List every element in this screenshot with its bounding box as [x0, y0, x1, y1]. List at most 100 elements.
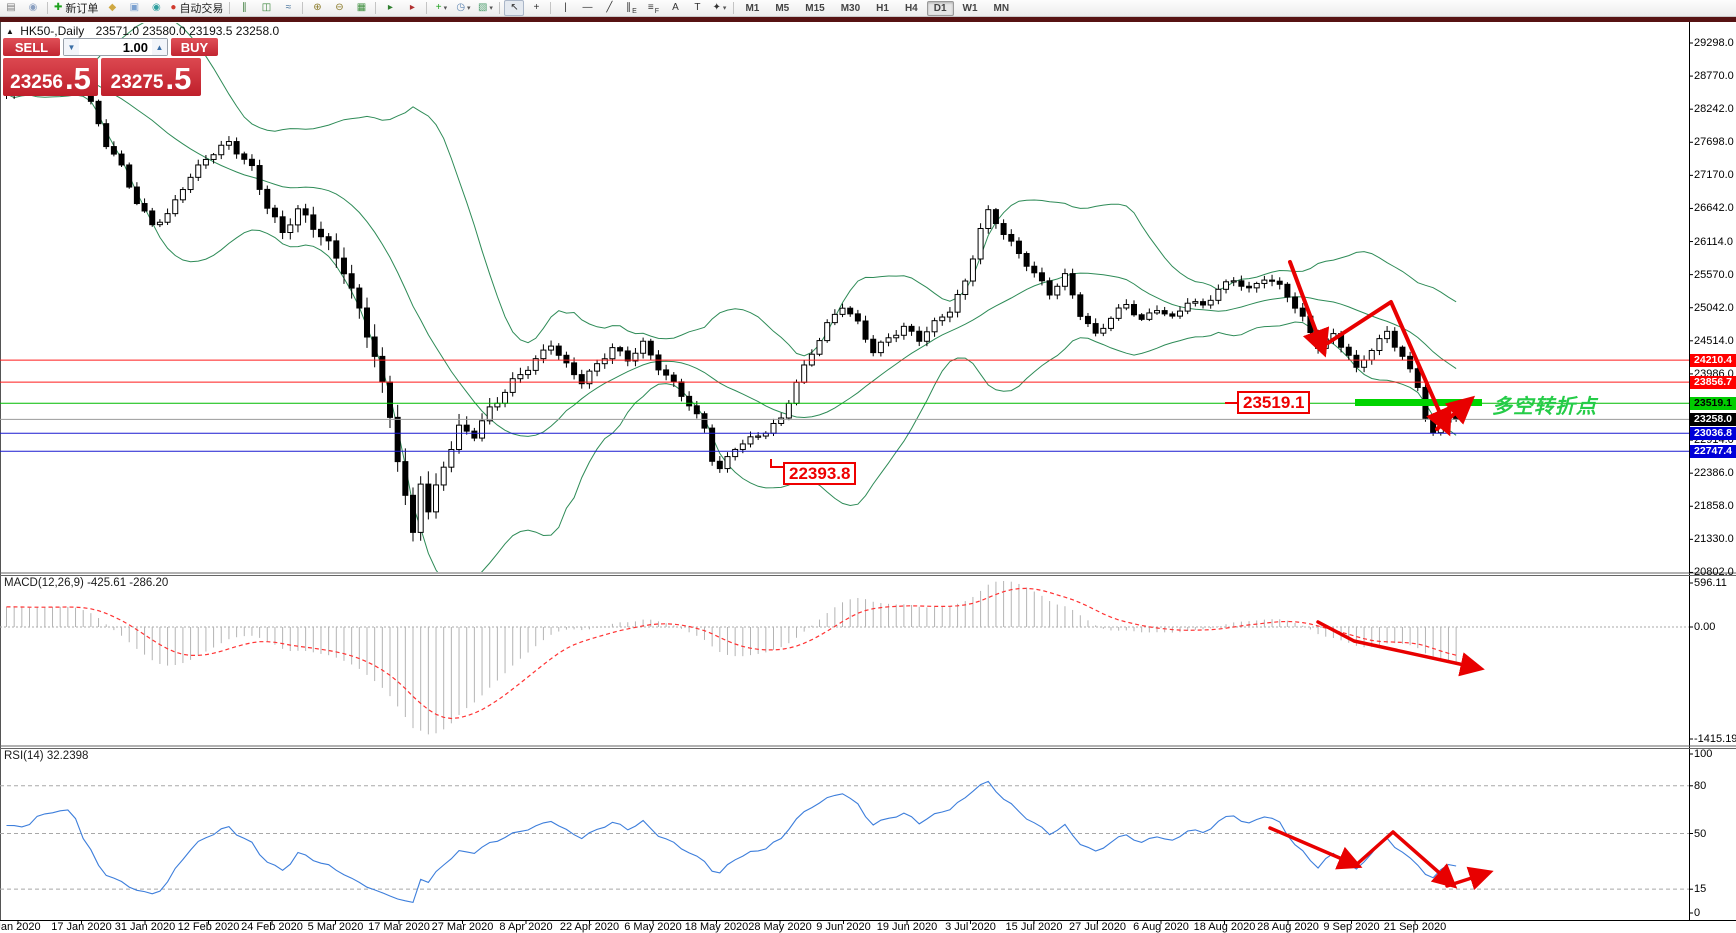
toolbar-separator [550, 2, 552, 14]
date-axis-tick: 18 May 2020 [684, 921, 749, 933]
chart-canvas[interactable] [0, 0, 1736, 933]
dropdown-arrow-icon[interactable]: ▾ [489, 4, 493, 12]
new-chart-icon-glyph: ▤ [6, 2, 16, 13]
chart-shift-icon[interactable]: ▸ [402, 0, 422, 16]
crosshair-button[interactable]: + [526, 0, 546, 16]
cursor-button[interactable]: ↖ [504, 0, 525, 16]
date-axis-tick: 24 Feb 2020 [241, 921, 303, 933]
price-axis-badge: 23258.0 [1690, 412, 1736, 426]
toolbar-separator [375, 2, 377, 14]
dropdown-arrow-icon[interactable]: ▾ [467, 4, 471, 12]
sell-price-frac: .5 [64, 61, 91, 96]
toolbar-separator [733, 2, 735, 14]
date-axis-tick: 3 Jul 2020 [945, 921, 996, 933]
collapse-triangle-icon[interactable]: ▲ [6, 27, 14, 36]
market-watch-icon[interactable]: ◉ [23, 0, 43, 16]
date-axis-tick: 27 Jul 2020 [1069, 921, 1126, 933]
shapes-button[interactable]: ✦ ▾ [709, 0, 729, 16]
timeframe-mn[interactable]: MN [987, 1, 1017, 16]
buy-price-button[interactable]: 23275 .5 [101, 58, 201, 96]
history-center-icon-glyph: ◆ [108, 2, 117, 13]
indicators-button[interactable]: + ▾ [431, 0, 451, 16]
new-order-button-label: 新订单 [65, 3, 99, 15]
history-center-icon[interactable]: ◆ [102, 0, 122, 16]
zoom-out-icon[interactable]: ⊖ [329, 0, 349, 16]
buy-price-main: 23275 [110, 72, 164, 93]
price-axis-tick: 26114.0 [1694, 235, 1733, 248]
tile-windows-icon-glyph: ▦ [356, 2, 367, 13]
trendline-button[interactable]: ╱ [599, 0, 619, 16]
sell-button[interactable]: SELL [3, 38, 60, 56]
turning-point-text[interactable]: 多空转折点 [1492, 390, 1597, 419]
tile-windows-icon[interactable]: ▦ [351, 0, 371, 16]
buy-button[interactable]: BUY [171, 38, 218, 56]
timeframe-h4[interactable]: H4 [898, 1, 925, 16]
dropdown-arrow-icon[interactable]: ▾ [723, 4, 727, 12]
timeframe-m30[interactable]: M30 [834, 1, 867, 16]
timeframe-m1[interactable]: M1 [738, 1, 766, 16]
periods-glyph: ◷ [456, 2, 466, 13]
text-glyph: A [672, 2, 679, 13]
timeframe-m5[interactable]: M5 [768, 1, 796, 16]
main-toolbar: ▤ ◉ ✚ 新订单 ◆ ▣ ◉ ● 自动交易 ∥ ◫ ≈ ⊕ ⊖ ▦ ▸ ▸ + ▾ ◷ ▾ ▧ ▾ ↖ + | — ╱ ∥ E ≡ F A T ✦… [0, 0, 1736, 17]
label-button[interactable]: T [687, 0, 707, 16]
price-axis-tick: 25042.0 [1694, 301, 1734, 314]
price-axis-badge: 23856.7 [1690, 375, 1736, 389]
profile-icon[interactable]: ▣ [124, 0, 144, 16]
cursor-glyph: ↖ [510, 2, 519, 13]
auto-trading-glyph: ● [170, 2, 177, 13]
date-axis-tick: 22 Apr 2020 [559, 921, 620, 933]
signal-icon[interactable]: ◉ [146, 0, 166, 16]
profile-icon-glyph: ▣ [129, 2, 140, 13]
date-axis-tick: 17 Mar 2020 [368, 921, 430, 933]
signal-icon-glyph: ◉ [152, 2, 161, 13]
date-axis-tick: 9 Jun 2020 [816, 921, 871, 933]
date-axis-tick: 5 Mar 2020 [307, 921, 364, 933]
new-chart-icon[interactable]: ▤ [1, 0, 21, 16]
toolbar-separator [499, 2, 501, 14]
vline-glyph: | [564, 2, 567, 13]
level-annotation-box[interactable]: 23519.1 [1237, 391, 1311, 414]
toolbar-separator [302, 2, 304, 14]
new-order-button[interactable]: ✚ 新订单 [52, 0, 100, 16]
shapes-glyph: ✦ [712, 2, 721, 13]
templates-button[interactable]: ▧ ▾ [475, 0, 495, 16]
macd-axis-tick: -1415.19 [1694, 733, 1736, 745]
rsi-axis-tick: 80 [1694, 779, 1707, 792]
icon-subscript: F [654, 8, 659, 15]
dropdown-arrow-icon[interactable]: ▾ [444, 4, 448, 12]
date-axis-tick: 31 Jan 2020 [114, 921, 176, 933]
icon-subscript: E [632, 8, 637, 15]
fibonacci-button[interactable]: ≡ F [643, 0, 663, 16]
rsi-axis-tick: 15 [1694, 883, 1707, 896]
hline-glyph: — [582, 2, 593, 13]
indicators-glyph: + [435, 2, 442, 13]
macd-indicator-label: MACD(12,26,9) -425.61 -286.20 [4, 577, 169, 589]
candle-chart-icon[interactable]: ◫ [256, 0, 276, 16]
price-axis-tick: 25570.0 [1694, 268, 1734, 281]
timeframe-h1[interactable]: H1 [869, 1, 896, 16]
bar-chart-icon[interactable]: ∥ [234, 0, 254, 16]
low-annotation-box[interactable]: 22393.8 [783, 462, 857, 485]
channel-button[interactable]: ∥ E [621, 0, 641, 16]
auto-trading-button[interactable]: ● 自动交易 [168, 0, 225, 16]
volume-stepper[interactable]: ▼ 1.00 ▲ [63, 38, 168, 56]
candle-chart-icon-glyph: ◫ [261, 2, 272, 13]
sell-price-button[interactable]: 23256 .5 [3, 58, 98, 96]
volume-value[interactable]: 1.00 [79, 40, 152, 55]
volume-decrease-button[interactable]: ▼ [64, 39, 79, 55]
timeframe-d1[interactable]: D1 [926, 0, 954, 16]
timeframe-m15[interactable]: M15 [798, 1, 831, 16]
zoom-in-icon[interactable]: ⊕ [307, 0, 327, 16]
periods-button[interactable]: ◷ ▾ [453, 0, 473, 16]
timeframe-w1[interactable]: W1 [956, 1, 985, 16]
auto-scroll-icon[interactable]: ▸ [380, 0, 400, 16]
line-chart-icon[interactable]: ≈ [278, 0, 298, 16]
trendline-glyph: ╱ [606, 2, 613, 13]
text-button[interactable]: A [665, 0, 685, 16]
hline-button[interactable]: — [577, 0, 597, 16]
toolbar-separator [47, 2, 48, 14]
volume-increase-button[interactable]: ▲ [152, 39, 167, 55]
vline-button[interactable]: | [555, 0, 575, 16]
date-axis-tick: 8 Apr 2020 [499, 921, 553, 933]
